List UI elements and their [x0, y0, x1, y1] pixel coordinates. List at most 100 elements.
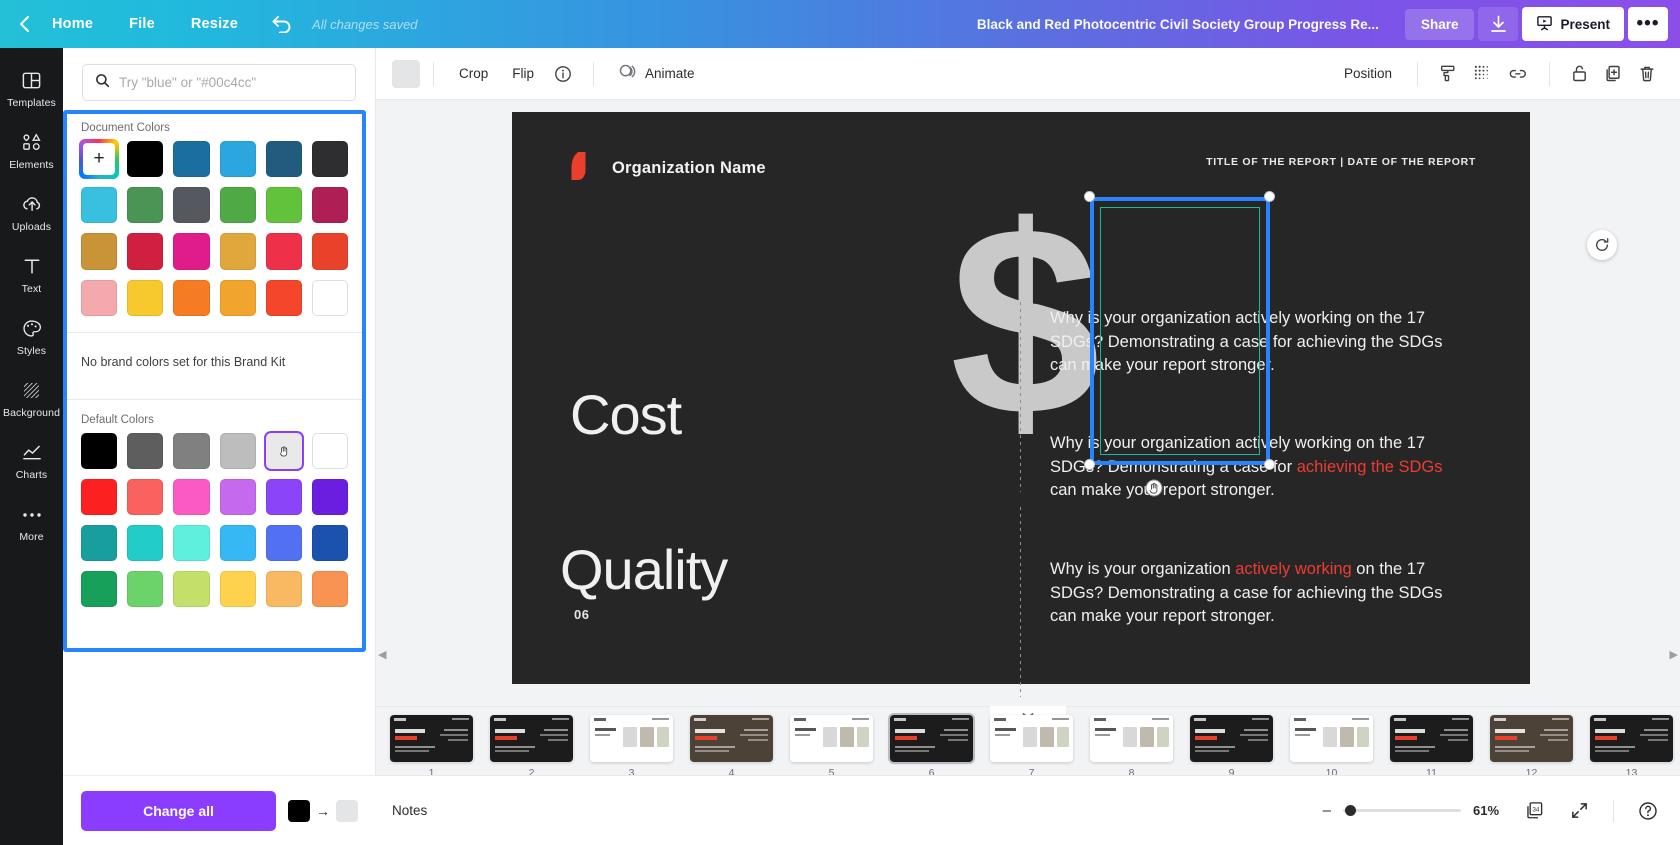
resize-handle-top-right[interactable] [1264, 191, 1275, 202]
default-color-swatch[interactable] [173, 478, 210, 516]
lock-icon[interactable] [1563, 58, 1596, 89]
sidebar-item-charts[interactable]: Charts [0, 430, 63, 492]
document-color-swatch[interactable] [127, 233, 164, 270]
thumbnail-page-12[interactable]: 12 [1490, 715, 1573, 775]
document-color-swatch[interactable] [219, 279, 256, 316]
thumbnail-page-9[interactable]: 9 [1190, 715, 1273, 775]
default-color-swatch[interactable] [265, 478, 302, 516]
sidebar-item-styles[interactable]: Styles [0, 306, 63, 368]
duplicate-icon[interactable] [1596, 58, 1630, 89]
document-color-swatch[interactable] [173, 141, 210, 178]
search-input[interactable] [119, 75, 343, 90]
flip-button[interactable]: Flip [500, 59, 546, 88]
thumbnail-page-6[interactable]: 6 [890, 715, 973, 775]
word-cost[interactable]: Cost [570, 382, 682, 447]
change-all-button[interactable]: Change all [81, 790, 276, 831]
default-color-swatch[interactable] [311, 478, 349, 516]
search-box[interactable] [82, 64, 356, 101]
default-color-swatch[interactable] [173, 571, 210, 608]
default-color-swatch-selected[interactable] [265, 432, 302, 469]
resize-handle-top-left[interactable] [1084, 191, 1095, 202]
document-color-swatch[interactable] [311, 279, 349, 316]
position-button[interactable]: Position [1332, 59, 1404, 88]
default-color-swatch[interactable] [127, 478, 164, 516]
default-color-swatch[interactable] [173, 432, 210, 469]
sidebar-item-more[interactable]: More [0, 492, 63, 554]
thumbnail-page-5[interactable]: 5 [790, 715, 873, 775]
notes-button[interactable]: Notes [392, 803, 427, 818]
default-color-swatch[interactable] [311, 525, 349, 562]
document-color-swatch[interactable] [311, 187, 349, 224]
info-circle-icon[interactable] [546, 59, 580, 89]
default-color-swatch[interactable] [81, 432, 118, 469]
default-color-swatch[interactable] [127, 432, 164, 469]
download-button[interactable] [1478, 7, 1519, 41]
canvas-area[interactable]: ◀ ▶ Organization Name TITLE OF THE REPOR… [376, 100, 1680, 706]
thumbnail-page-4[interactable]: 4 [690, 715, 773, 775]
document-color-swatch[interactable] [81, 187, 118, 224]
default-color-swatch[interactable] [219, 478, 256, 516]
thumbnail-page-1[interactable]: 1 [390, 715, 473, 775]
default-color-swatch[interactable] [81, 571, 118, 608]
transparency-icon[interactable] [1465, 58, 1500, 89]
default-color-swatch[interactable] [219, 571, 256, 608]
default-color-swatch[interactable] [127, 571, 164, 608]
resize-handle-bottom-right[interactable] [1264, 459, 1275, 470]
document-color-swatch[interactable] [219, 233, 256, 270]
default-color-swatch[interactable] [127, 525, 164, 562]
default-color-swatch[interactable] [173, 525, 210, 562]
page-count-icon[interactable]: 34 [1519, 796, 1552, 825]
resize-menu[interactable]: Resize [173, 16, 256, 32]
default-color-swatch[interactable] [81, 525, 118, 562]
document-color-swatch[interactable] [173, 233, 210, 270]
zoom-out-button[interactable]: – [1323, 802, 1331, 819]
zoom-slider[interactable] [1343, 805, 1461, 816]
document-color-swatch[interactable] [127, 187, 164, 224]
sidebar-item-text[interactable]: Text [0, 244, 63, 306]
share-button[interactable]: Share [1404, 8, 1475, 40]
word-quality[interactable]: Quality [560, 537, 728, 602]
slide-paragraph-3[interactable]: Why is your organization actively workin… [1050, 558, 1470, 629]
sidebar-item-elements[interactable]: Elements [0, 120, 63, 182]
sidebar-item-templates[interactable]: Templates [0, 58, 63, 120]
slide-canvas[interactable]: Organization Name TITLE OF THE REPORT | … [512, 112, 1617, 697]
help-circle-icon[interactable] [1632, 797, 1664, 825]
thumbnail-page-13[interactable]: 13 [1590, 715, 1673, 775]
present-button[interactable]: Present [1522, 7, 1624, 41]
document-color-swatch[interactable] [265, 141, 302, 178]
document-color-swatch[interactable] [265, 279, 302, 316]
thumbnail-list[interactable]: 123456789101112131415 [376, 707, 1680, 775]
document-color-swatch[interactable] [81, 279, 118, 316]
thumbnail-page-2[interactable]: 2 [490, 715, 573, 775]
thumbnail-page-8[interactable]: 8 [1090, 715, 1173, 775]
document-color-swatch[interactable] [265, 233, 302, 270]
back-button[interactable] [0, 15, 34, 33]
document-color-swatch[interactable] [81, 233, 118, 270]
selected-image-thumbnail[interactable] [392, 59, 420, 88]
default-color-swatch[interactable] [265, 571, 302, 608]
default-color-swatch[interactable] [265, 525, 302, 562]
document-color-swatch[interactable] [127, 141, 164, 178]
fullscreen-icon[interactable] [1564, 797, 1595, 824]
sidebar-item-uploads[interactable]: Uploads [0, 182, 63, 244]
document-color-swatch[interactable] [265, 187, 302, 224]
document-color-swatch[interactable] [173, 279, 210, 316]
animate-button[interactable]: Animate [607, 56, 706, 92]
crop-button[interactable]: Crop [447, 59, 500, 88]
default-color-swatch[interactable] [219, 432, 256, 469]
thumbnail-page-3[interactable]: 3 [590, 715, 673, 775]
thumbnail-page-10[interactable]: 10 [1290, 715, 1373, 775]
zoom-slider-knob[interactable] [1345, 805, 1356, 816]
selection-frame[interactable] [1090, 197, 1270, 465]
undo-button[interactable] [256, 15, 308, 33]
document-color-swatch[interactable] [127, 279, 164, 316]
file-menu[interactable]: File [111, 16, 173, 32]
document-color-swatch[interactable] [173, 187, 210, 224]
link-icon[interactable] [1500, 59, 1536, 89]
canvas-scroll-right-icon[interactable]: ▶ [1670, 648, 1678, 661]
paint-roller-icon[interactable] [1431, 58, 1465, 89]
default-color-swatch[interactable] [81, 478, 118, 516]
document-title[interactable]: Black and Red Photocentric Civil Society… [977, 17, 1379, 32]
thumbnail-page-11[interactable]: 11 [1390, 715, 1473, 775]
document-color-swatch[interactable] [311, 233, 349, 270]
